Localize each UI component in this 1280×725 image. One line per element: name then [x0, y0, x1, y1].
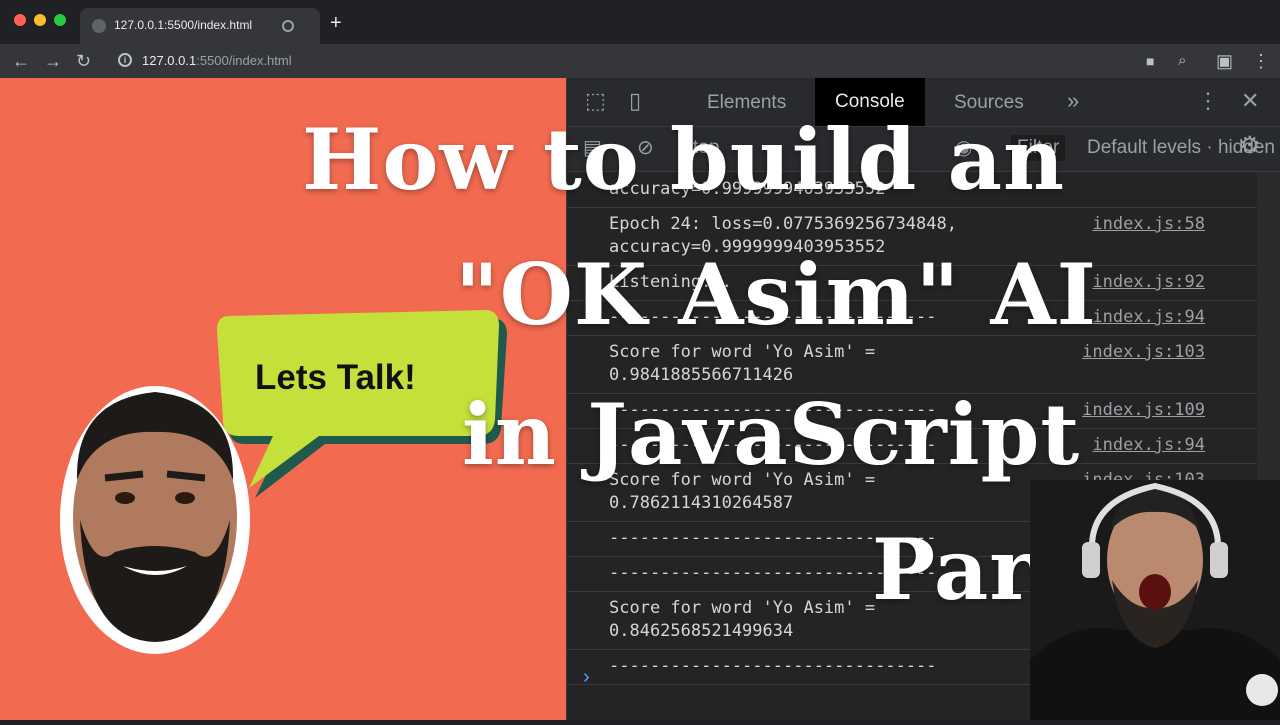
avatar-illustration	[55, 370, 255, 655]
presenter-photo	[1030, 480, 1280, 720]
title-line-1: How to build an	[302, 110, 1066, 209]
tab-title: 127.0.0.1:5500/index.html	[114, 18, 253, 32]
reload-icon[interactable]: ↻	[76, 50, 91, 72]
browser-tab-strip: 127.0.0.1:5500/index.html +	[0, 0, 1280, 44]
source-link[interactable]: index.js:109	[1082, 399, 1205, 422]
clipboard-icon[interactable]: ▣	[1216, 50, 1233, 72]
source-link[interactable]: index.js:58	[1092, 213, 1205, 236]
device-toggle-icon[interactable]: ▯	[629, 90, 641, 112]
console-message-text: --------------------------------	[609, 656, 937, 676]
maximize-window-button[interactable]	[54, 14, 66, 26]
camera-icon[interactable]: ■	[1146, 50, 1154, 72]
info-icon[interactable]: i	[118, 53, 132, 67]
source-link[interactable]: index.js:94	[1092, 306, 1205, 329]
console-message-text: Score for word 'Yo Asim' = 0.98418855667…	[609, 342, 876, 385]
browser-toolbar: ← → ↻ i 127.0.0.1:5500/index.html ■ ⌕ ▣ …	[0, 44, 1280, 78]
zoom-icon[interactable]: ⌕	[1178, 50, 1186, 72]
more-tabs-icon[interactable]: »	[1067, 88, 1079, 114]
source-link[interactable]: index.js:92	[1092, 271, 1205, 294]
gear-icon[interactable]: ⚙	[1239, 134, 1261, 158]
minimize-window-button[interactable]	[34, 14, 46, 26]
tab-recording-icon[interactable]	[282, 20, 294, 32]
inspect-element-icon[interactable]: ⬚	[585, 90, 606, 112]
address-bar[interactable]: i 127.0.0.1:5500/index.html	[108, 49, 1138, 73]
bubble-text: Lets Talk!	[255, 358, 416, 397]
url-text: 127.0.0.1:5500/index.html	[142, 53, 292, 68]
close-devtools-icon[interactable]: ✕	[1241, 88, 1259, 114]
console-message-text: Score for word 'Yo Asim' = 0.84625685214…	[609, 598, 876, 641]
new-tab-button[interactable]: +	[330, 13, 342, 33]
globe-icon	[92, 19, 106, 33]
source-link[interactable]: index.js:94	[1092, 434, 1205, 457]
close-window-button[interactable]	[14, 14, 26, 26]
browser-tab[interactable]: 127.0.0.1:5500/index.html	[80, 8, 320, 44]
title-line-3: in JavaScript	[462, 385, 1081, 484]
title-line-2: "OK Asim" AI	[455, 245, 1097, 344]
back-arrow-icon[interactable]: ←	[12, 50, 30, 72]
menu-kebab-icon[interactable]: ⋮	[1252, 50, 1270, 72]
devtools-menu-icon[interactable]: ⋮	[1197, 88, 1219, 114]
forward-arrow-icon[interactable]: →	[44, 50, 62, 72]
console-prompt[interactable]: ›	[583, 666, 590, 689]
source-link[interactable]: index.js:103	[1082, 341, 1205, 364]
